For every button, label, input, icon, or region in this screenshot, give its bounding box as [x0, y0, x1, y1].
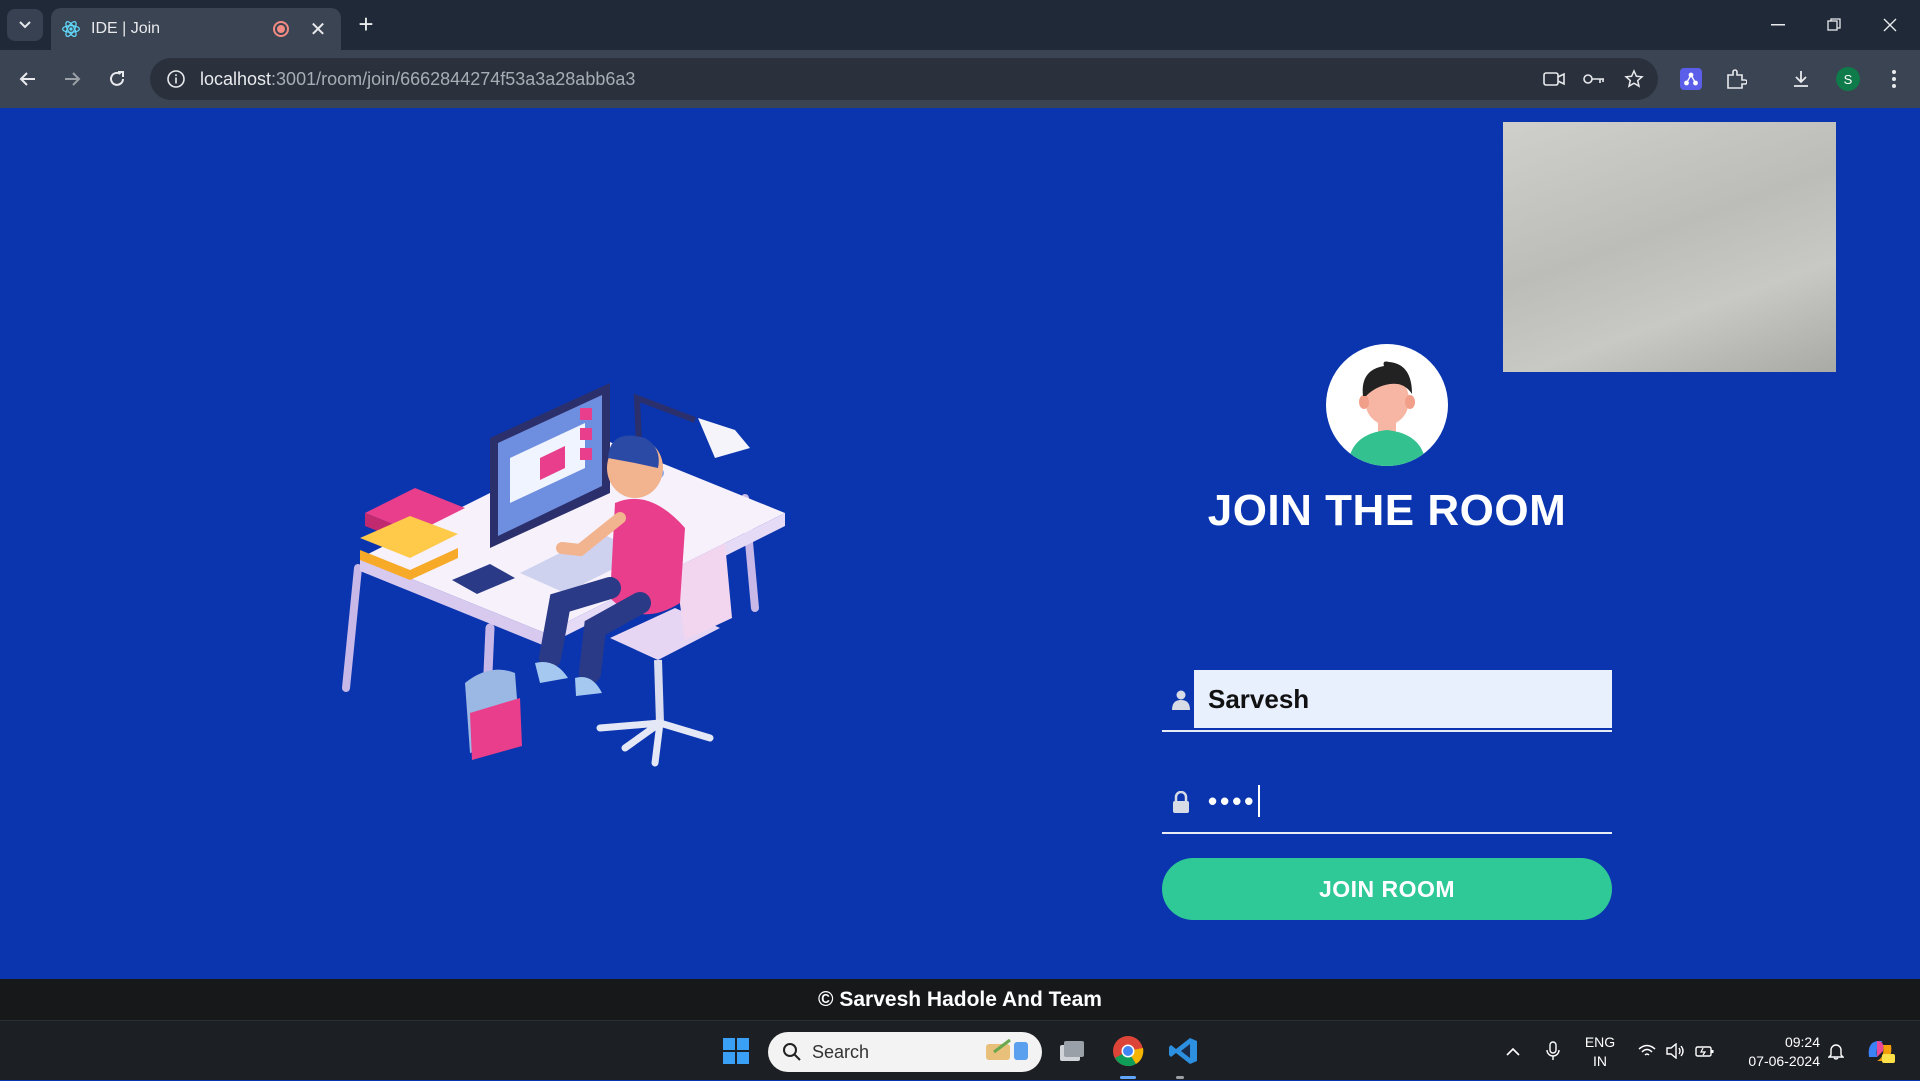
react-logo-icon — [62, 20, 80, 38]
download-icon[interactable] — [1785, 63, 1817, 95]
windows-start-icon[interactable] — [716, 1031, 756, 1071]
camera-in-use-icon[interactable] — [1542, 67, 1566, 91]
new-tab-button[interactable]: + — [352, 10, 380, 38]
chrome-taskbar-icon[interactable] — [1108, 1031, 1148, 1071]
browser-tab-bar: IDE | Join ✕ + — [0, 0, 1920, 50]
language-code: ENG — [1584, 1034, 1616, 1050]
recording-indicator-icon — [273, 21, 289, 37]
clock-date: 07-06-2024 — [1748, 1053, 1820, 1069]
tab-search-button[interactable] — [7, 9, 43, 41]
password-masked-text: •••• — [1208, 785, 1257, 816]
search-placeholder: Search — [812, 1041, 870, 1062]
minimize-icon — [1771, 24, 1785, 26]
microphone-icon[interactable] — [1540, 1021, 1566, 1081]
address-bar[interactable]: localhost:3001/room/join/6662844274f53a3… — [150, 58, 1658, 100]
hidden-icons-chevron-icon[interactable] — [1500, 1021, 1526, 1081]
text-caret — [1258, 785, 1261, 817]
webcam-preview — [1503, 122, 1836, 372]
join-page: JOIN THE ROOM Sarvesh •••• JOIN ROOM © S… — [0, 108, 1920, 1020]
username-field: Sarvesh — [1162, 670, 1612, 732]
browser-toolbar: localhost:3001/room/join/6662844274f53a3… — [0, 50, 1920, 108]
close-window-button[interactable] — [1862, 0, 1918, 50]
footer: © Sarvesh Hadole And Team — [0, 979, 1920, 1020]
taskbar-search[interactable]: Search — [768, 1032, 1042, 1072]
extensions-puzzle-icon[interactable] — [1720, 63, 1752, 95]
restore-button[interactable] — [1806, 0, 1862, 50]
password-field: •••• — [1162, 772, 1612, 834]
url-text: localhost:3001/room/join/6662844274f53a3… — [200, 68, 636, 89]
password-key-icon[interactable] — [1582, 67, 1606, 91]
site-info-icon[interactable] — [164, 67, 188, 91]
bookmark-star-icon[interactable] — [1622, 67, 1646, 91]
password-input[interactable]: •••• — [1194, 772, 1612, 830]
minimize-button[interactable] — [1750, 0, 1806, 50]
developer-desk-illustration — [342, 383, 785, 767]
forward-button[interactable] — [56, 63, 88, 95]
back-button[interactable] — [12, 63, 44, 95]
arrow-left-icon — [19, 72, 35, 86]
reload-button[interactable] — [101, 63, 133, 95]
taskbar-clock[interactable]: 09:24 07-06-2024 — [1730, 1033, 1820, 1071]
clock-time: 09:24 — [1784, 1034, 1820, 1050]
browser-menu-icon[interactable] — [1878, 63, 1910, 95]
user-icon — [1170, 688, 1192, 712]
user-avatar — [1326, 344, 1448, 466]
volume-icon[interactable] — [1663, 1021, 1687, 1081]
username-input[interactable]: Sarvesh — [1194, 670, 1612, 728]
browser-tab[interactable]: IDE | Join ✕ — [51, 8, 341, 50]
vscode-open-indicator — [1176, 1076, 1184, 1079]
tab-close-icon[interactable]: ✕ — [307, 17, 329, 42]
copilot-icon[interactable] — [1862, 1021, 1898, 1081]
lock-icon — [1170, 790, 1192, 814]
region-code: IN — [1593, 1053, 1607, 1069]
chevron-down-icon — [19, 21, 31, 29]
windows-taskbar: Search ENG IN 09:24 07-06-2024 — [0, 1020, 1920, 1080]
reload-icon — [110, 71, 124, 86]
profile-avatar[interactable]: S — [1836, 67, 1860, 91]
notification-bell-icon[interactable] — [1824, 1021, 1848, 1081]
wifi-icon[interactable] — [1635, 1021, 1659, 1081]
vscode-taskbar-icon[interactable] — [1163, 1031, 1203, 1071]
restore-icon — [1827, 18, 1841, 31]
close-icon — [1883, 18, 1897, 32]
language-indicator[interactable]: ENG IN — [1580, 1033, 1620, 1071]
search-highlight-icon — [980, 1036, 1034, 1069]
page-title: JOIN THE ROOM — [1207, 486, 1567, 535]
join-room-button[interactable]: JOIN ROOM — [1162, 858, 1612, 920]
task-view-icon[interactable] — [1052, 1031, 1092, 1071]
tab-title: IDE | Join — [91, 20, 161, 37]
battery-icon[interactable] — [1693, 1021, 1717, 1081]
extension-icon[interactable] — [1675, 63, 1707, 95]
arrow-right-icon — [65, 72, 81, 86]
search-icon — [782, 1042, 802, 1062]
chrome-active-indicator — [1120, 1076, 1136, 1079]
